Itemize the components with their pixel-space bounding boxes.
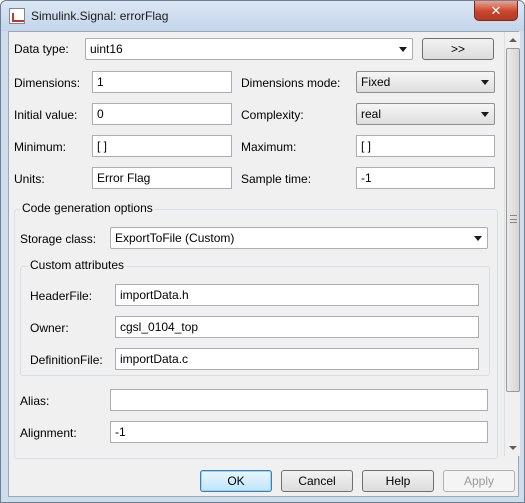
scroll-down-button[interactable]: [505, 440, 521, 456]
owner-label: Owner:: [30, 321, 69, 335]
grip-icon: [510, 215, 517, 223]
minimum-input[interactable]: [ ]: [92, 135, 232, 157]
chevron-down-icon: [399, 47, 407, 52]
complexity-select[interactable]: real: [356, 103, 495, 125]
dimensions-mode-select[interactable]: Fixed: [356, 71, 495, 93]
header-file-label: HeaderFile:: [30, 289, 93, 303]
owner-input[interactable]: cgsl_0104_top: [115, 316, 479, 338]
units-input[interactable]: Error Flag: [92, 167, 232, 189]
cancel-button[interactable]: Cancel: [281, 470, 353, 492]
data-type-combobox[interactable]: uint16: [85, 38, 413, 60]
dimensions-mode-label: Dimensions mode:: [241, 76, 341, 90]
scrollbar-thumb[interactable]: [506, 48, 520, 392]
definition-file-label: DefinitionFile:: [30, 353, 103, 367]
properties-pane: Data type: uint16 >> Dimensions: 1 Dimen…: [9, 32, 504, 459]
chevron-down-icon: [481, 80, 489, 85]
storage-class-select[interactable]: ExportToFile (Custom): [110, 227, 488, 249]
ok-button[interactable]: OK: [200, 470, 272, 492]
data-type-value: uint16: [90, 42, 123, 56]
storage-class-label: Storage class:: [20, 232, 97, 246]
sample-time-input[interactable]: -1: [356, 167, 495, 189]
sample-time-label: Sample time:: [241, 172, 312, 186]
alias-input[interactable]: [110, 389, 488, 411]
data-type-label: Data type:: [14, 42, 69, 56]
arrow-down-icon: [509, 446, 517, 450]
window-title: Simulink.Signal: errorFlag: [31, 9, 169, 23]
maximum-input[interactable]: [ ]: [356, 135, 495, 157]
dialog-window: Simulink.Signal: errorFlag ✕ Data type: …: [0, 0, 525, 503]
help-button[interactable]: Help: [362, 470, 434, 492]
header-file-input[interactable]: importData.h: [115, 284, 479, 306]
maximum-label: Maximum:: [241, 140, 297, 154]
vertical-scrollbar[interactable]: [504, 32, 520, 456]
complexity-label: Complexity:: [241, 108, 304, 122]
scroll-up-button[interactable]: [505, 32, 521, 48]
initial-value-label: Initial value:: [14, 108, 78, 122]
chevron-down-icon: [474, 236, 482, 241]
apply-button[interactable]: Apply: [443, 470, 515, 492]
minimum-label: Minimum:: [14, 140, 67, 154]
storage-class-value: ExportToFile (Custom): [115, 231, 235, 245]
alias-label: Alias:: [20, 394, 50, 408]
chevron-down-icon: [481, 112, 489, 117]
close-button[interactable]: ✕: [474, 1, 518, 21]
dimensions-label: Dimensions:: [14, 76, 81, 90]
alignment-label: Alignment:: [20, 426, 77, 440]
initial-value-input[interactable]: 0: [92, 103, 232, 125]
code-generation-title: Code generation options: [20, 201, 155, 215]
units-label: Units:: [14, 172, 45, 186]
complexity-value: real: [361, 107, 382, 121]
arrow-up-icon: [509, 38, 517, 42]
definition-file-input[interactable]: importData.c: [115, 348, 479, 370]
dimensions-input[interactable]: 1: [92, 71, 232, 93]
title-bar[interactable]: Simulink.Signal: errorFlag ✕: [1, 1, 524, 31]
data-type-assistant-button[interactable]: >>: [422, 38, 494, 60]
dialog-body: Data type: uint16 >> Dimensions: 1 Dimen…: [8, 31, 520, 498]
dimensions-mode-value: Fixed: [361, 75, 391, 89]
simulink-app-icon: [9, 8, 25, 24]
custom-attributes-title: Custom attributes: [28, 258, 127, 272]
alignment-input[interactable]: -1: [110, 421, 488, 443]
dialog-button-bar: OK Cancel Help Apply: [9, 456, 520, 498]
